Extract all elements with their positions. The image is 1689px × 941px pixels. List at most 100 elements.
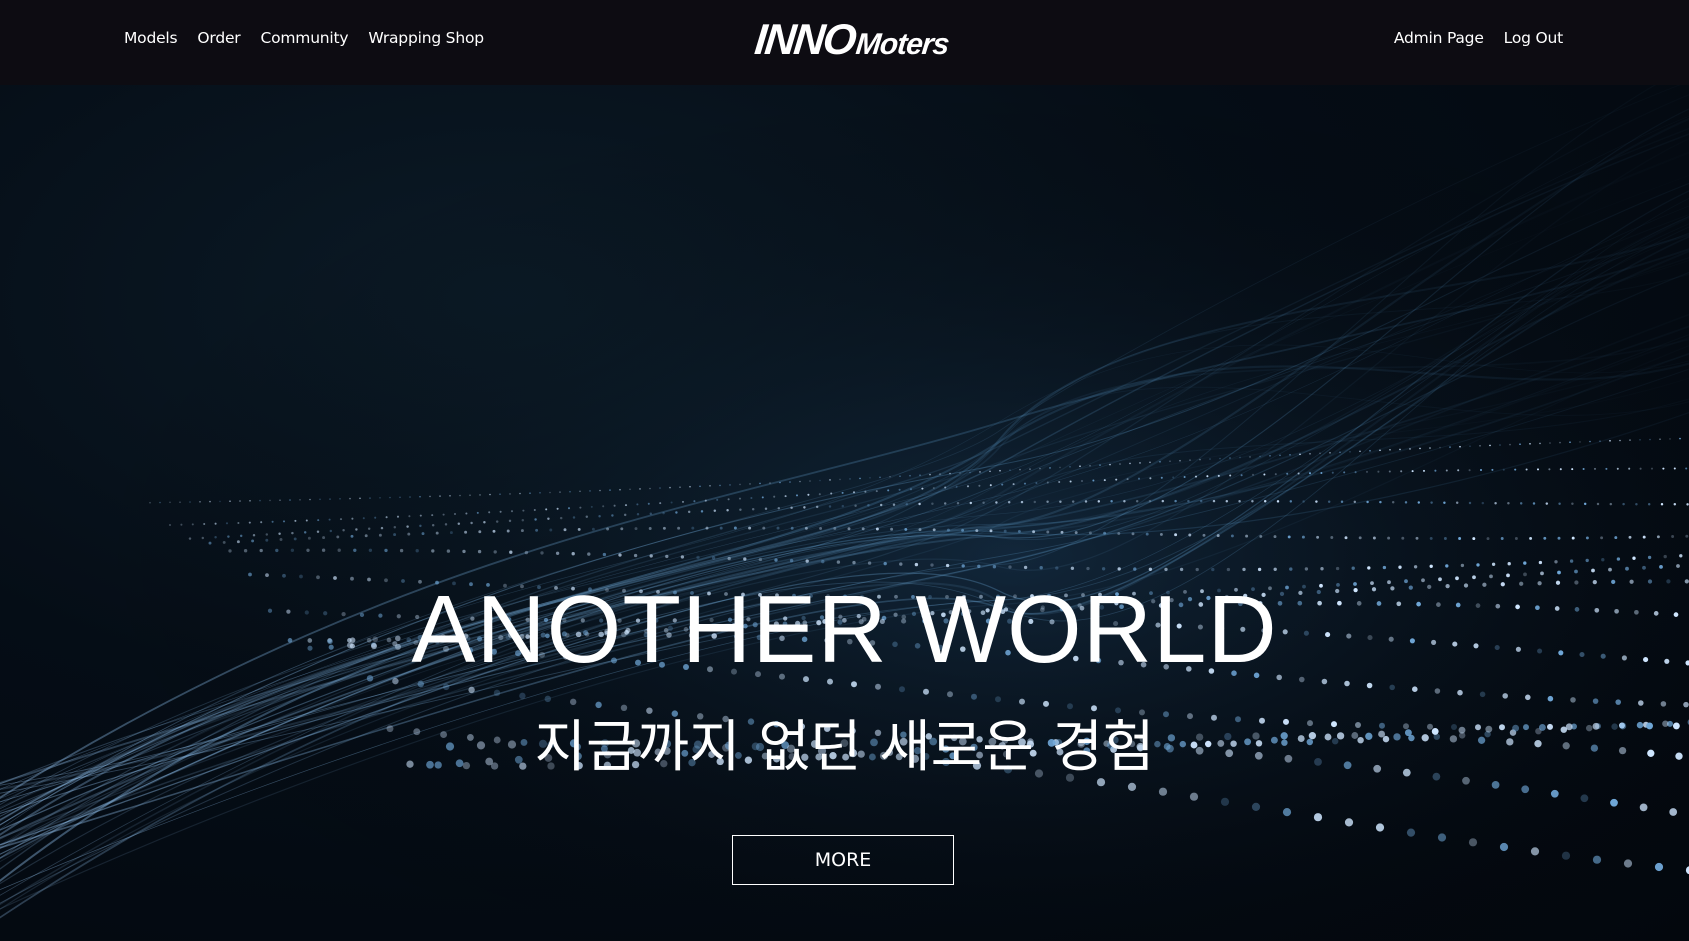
particle-dot bbox=[1023, 565, 1028, 570]
particle-dot bbox=[633, 553, 638, 558]
particle-dot bbox=[977, 564, 981, 568]
particle-dot bbox=[859, 477, 861, 480]
particle-dot bbox=[1046, 530, 1050, 534]
particle-dot bbox=[649, 512, 653, 515]
particle-dot bbox=[1639, 803, 1648, 812]
particle-dot bbox=[349, 497, 351, 500]
particle-dot bbox=[606, 527, 610, 531]
nav-link-community[interactable]: Community bbox=[260, 29, 348, 47]
particle-dot bbox=[214, 536, 217, 539]
particle-dot bbox=[1276, 500, 1280, 503]
particle-dot bbox=[1263, 500, 1267, 503]
particle-dot bbox=[201, 536, 205, 540]
particle-dot bbox=[639, 488, 641, 490]
particle-dot bbox=[1683, 701, 1689, 708]
particle-dot bbox=[591, 527, 595, 531]
particle-dot bbox=[598, 514, 601, 518]
particle-dot bbox=[966, 485, 970, 488]
particle-dot bbox=[1349, 451, 1351, 453]
particle-dot bbox=[905, 503, 909, 506]
particle-dot bbox=[944, 486, 947, 489]
particle-dot bbox=[1189, 792, 1199, 801]
top-navigation-bar: Models Order Community Wrapping Shop INN… bbox=[0, 0, 1689, 85]
hero-title: ANOTHER WORLD bbox=[411, 576, 1278, 683]
particle-dot bbox=[569, 490, 571, 493]
particle-dot bbox=[867, 504, 870, 507]
particle-dot bbox=[1629, 439, 1631, 441]
particle-dot bbox=[265, 538, 269, 542]
particle-dot bbox=[1571, 536, 1575, 540]
particle-dot bbox=[1199, 499, 1203, 503]
particle-dot bbox=[649, 487, 651, 490]
nav-link-order[interactable]: Order bbox=[197, 29, 240, 47]
particle-dot bbox=[495, 520, 499, 523]
more-button[interactable]: MORE bbox=[732, 835, 954, 885]
particle-dot bbox=[867, 561, 872, 565]
particle-dot bbox=[1209, 458, 1211, 460]
particle-dot bbox=[322, 536, 326, 540]
particle-dot bbox=[803, 506, 806, 509]
particle-dot bbox=[251, 539, 255, 543]
particle-dot bbox=[236, 540, 240, 544]
particle-dot bbox=[955, 485, 958, 488]
particle-dot bbox=[431, 549, 435, 553]
particle-dot bbox=[1600, 536, 1604, 540]
particle-dot bbox=[529, 492, 531, 495]
particle-dot bbox=[975, 529, 979, 533]
particle-dot bbox=[1650, 467, 1654, 470]
particle-dot bbox=[540, 551, 544, 555]
particle-dot bbox=[861, 527, 865, 531]
particle-dot bbox=[291, 531, 294, 535]
particle-dot bbox=[875, 490, 878, 493]
particle-dot bbox=[559, 491, 561, 493]
particle-dot bbox=[1375, 823, 1385, 832]
particle-dot bbox=[805, 559, 809, 563]
particle-dot bbox=[1583, 502, 1587, 506]
particle-dot bbox=[449, 531, 453, 535]
particle-dot bbox=[1662, 467, 1665, 470]
particle-dot bbox=[829, 479, 831, 481]
particle-dot bbox=[493, 689, 501, 697]
particle-dot bbox=[493, 550, 497, 554]
particle-dot bbox=[168, 523, 172, 527]
particle-dot bbox=[1486, 537, 1490, 541]
nav-link-admin-page[interactable]: Admin Page bbox=[1394, 29, 1484, 47]
particle-dot bbox=[1131, 532, 1135, 536]
particle-dot bbox=[457, 522, 461, 525]
particle-dot bbox=[809, 480, 811, 482]
particle-dot bbox=[1033, 500, 1037, 504]
nav-link-log-out[interactable]: Log Out bbox=[1504, 29, 1564, 47]
brand-logo[interactable]: INNO Moters bbox=[752, 16, 951, 64]
particle-dot bbox=[779, 481, 781, 484]
particle-dot bbox=[784, 495, 787, 498]
particle-dot bbox=[595, 701, 602, 709]
particle-dot bbox=[1148, 567, 1153, 571]
nav-link-models[interactable]: Models bbox=[124, 29, 178, 47]
particle-dot bbox=[899, 475, 901, 478]
particle-dot bbox=[265, 533, 269, 536]
particle-dot bbox=[919, 474, 921, 477]
particle-dot bbox=[1308, 472, 1312, 475]
particle-dot bbox=[299, 499, 301, 501]
particle-dot bbox=[1046, 500, 1049, 504]
particle-dot bbox=[1330, 536, 1334, 539]
particle-dot bbox=[429, 495, 431, 498]
particle-dot bbox=[1509, 443, 1511, 446]
particle-dot bbox=[1206, 475, 1209, 478]
particle-dot bbox=[1561, 851, 1571, 860]
particle-dot bbox=[1412, 686, 1418, 692]
particle-dot bbox=[569, 698, 577, 706]
particle-dot bbox=[1458, 537, 1462, 540]
nav-link-wrapping-shop[interactable]: Wrapping Shop bbox=[368, 29, 484, 47]
particle-dot bbox=[700, 510, 704, 513]
particle-dot bbox=[1238, 499, 1241, 503]
particle-dot bbox=[1550, 789, 1559, 798]
particle-dot bbox=[499, 493, 501, 496]
particle-dot bbox=[237, 521, 240, 525]
particle-dot bbox=[393, 533, 397, 537]
particle-dot bbox=[1429, 536, 1433, 540]
particle-dot bbox=[1500, 537, 1504, 540]
particle-dot bbox=[1571, 502, 1574, 506]
particle-dot bbox=[362, 517, 365, 520]
particle-dot bbox=[1007, 501, 1011, 504]
